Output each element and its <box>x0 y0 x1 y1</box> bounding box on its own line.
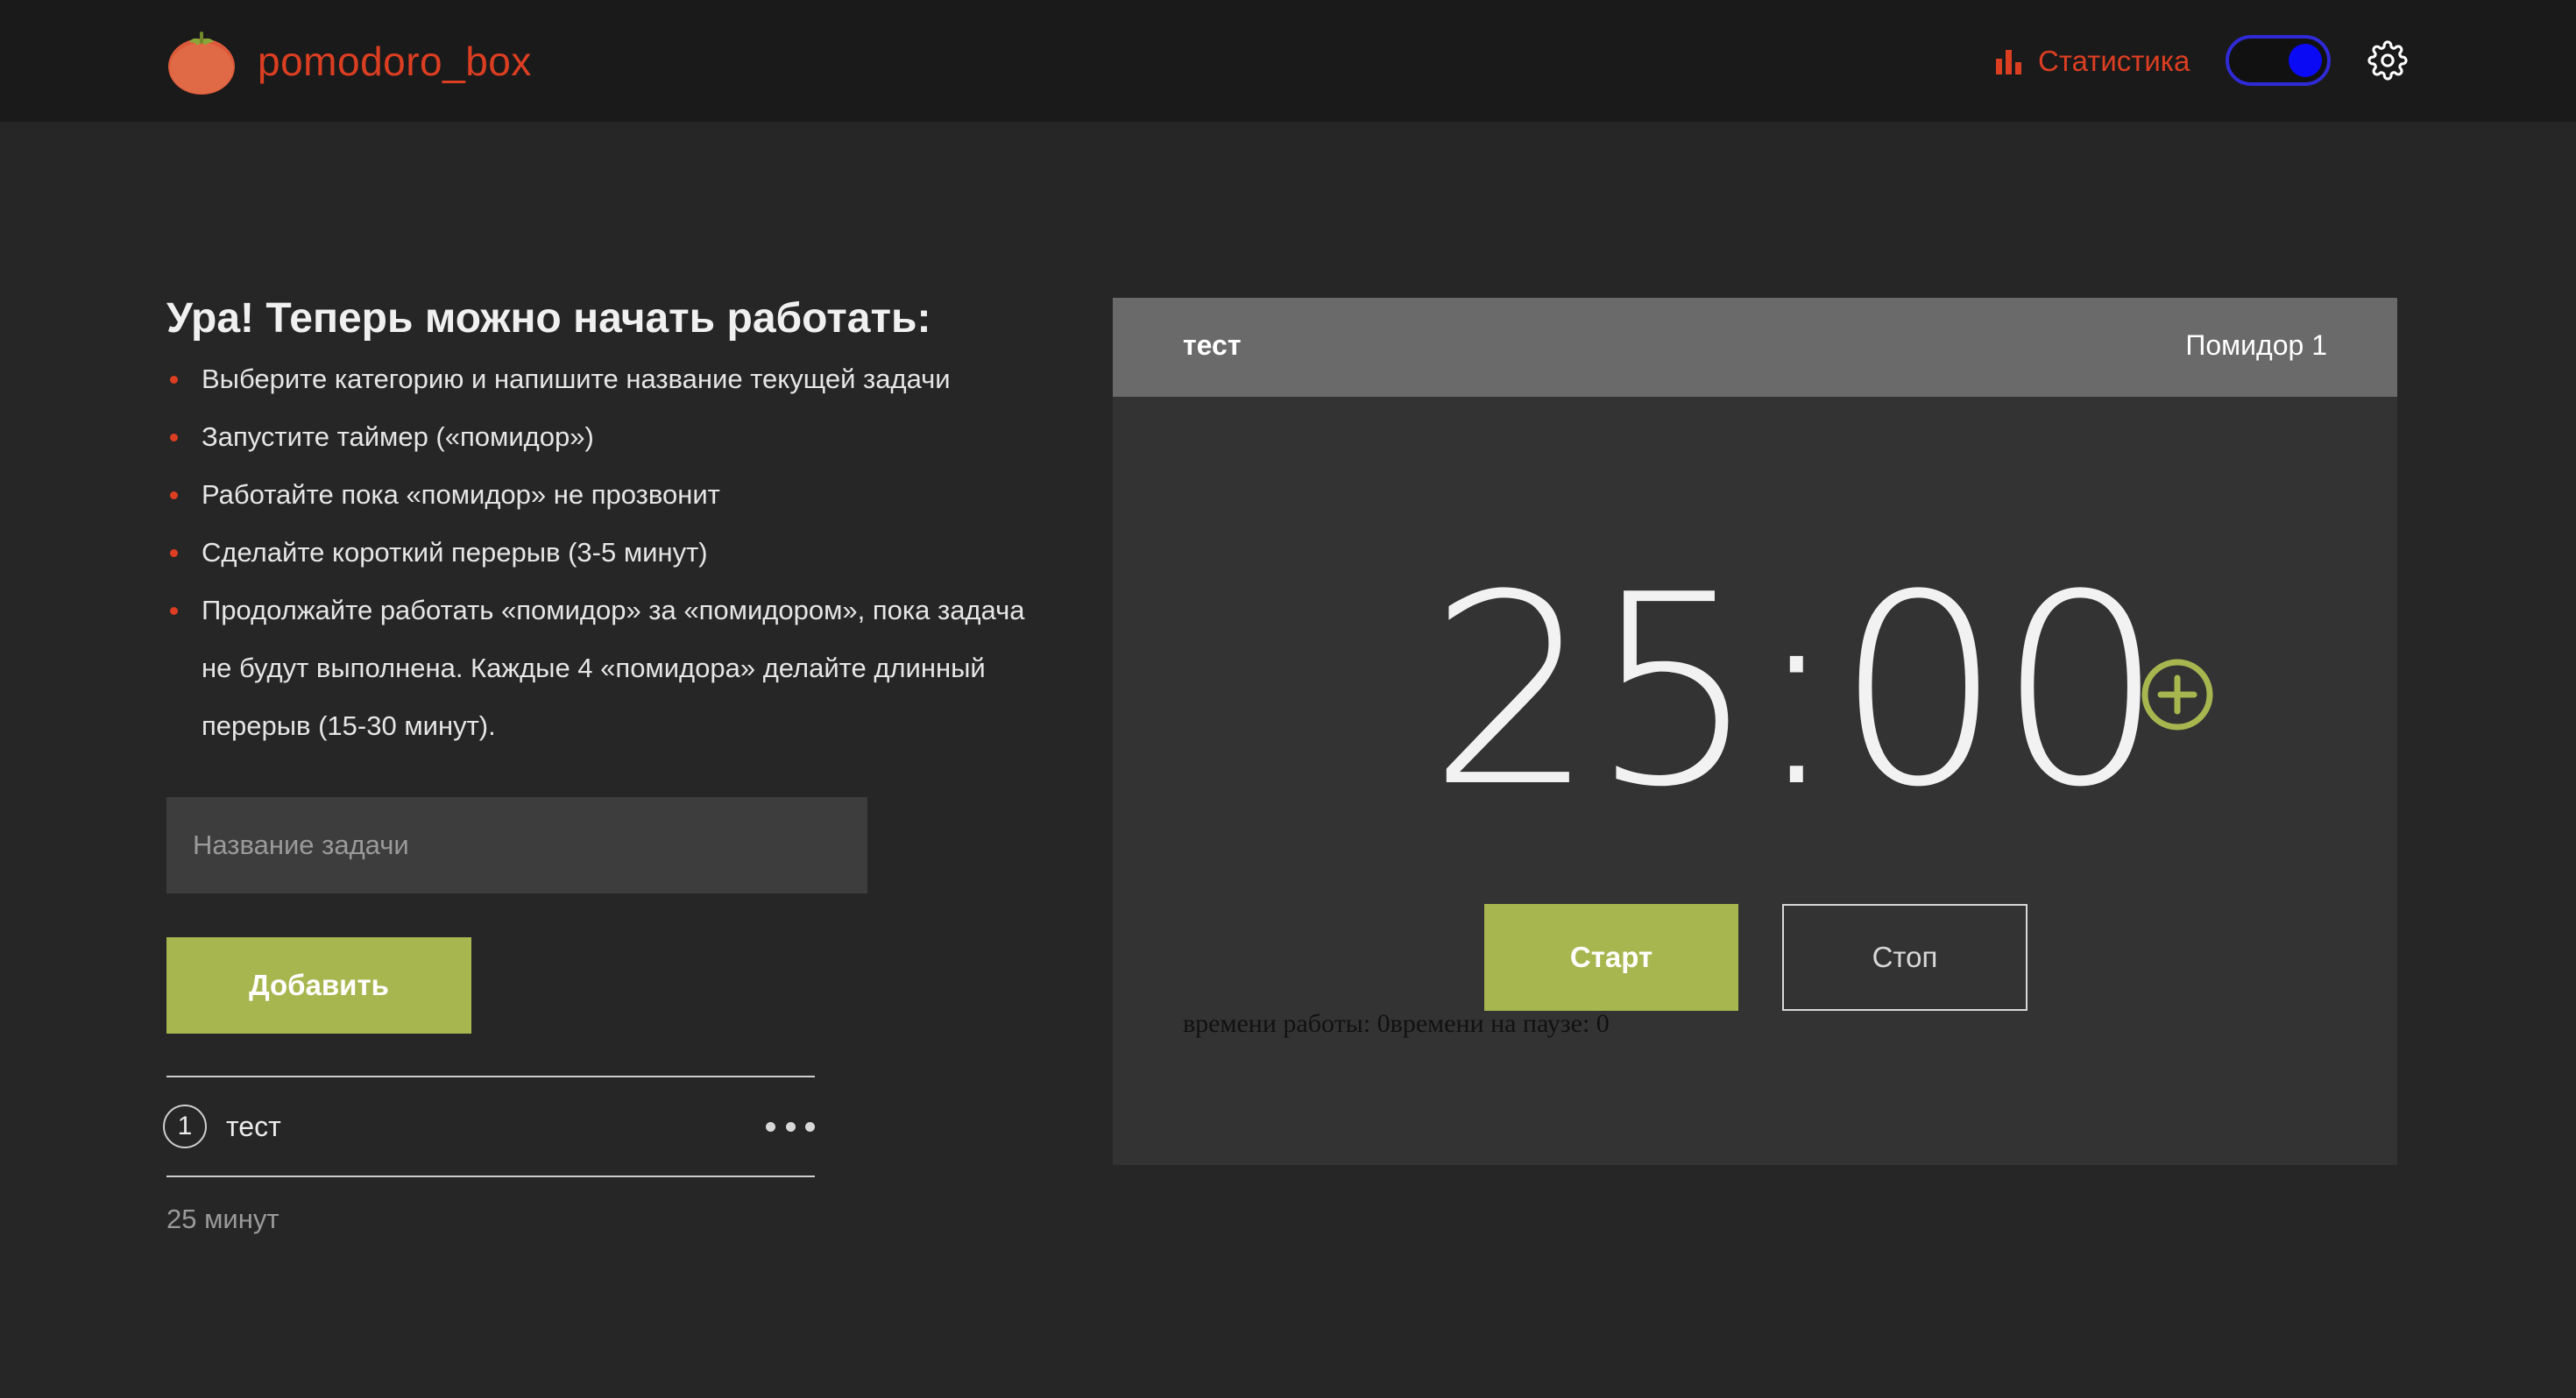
time-stats-text: времени работы: 0времени на паузе: 0 <box>1183 1009 1610 1038</box>
instruction-item: Работайте пока «помидор» не прозвонит <box>166 466 1060 524</box>
plus-circle-icon[interactable] <box>2140 657 2215 732</box>
intro-title: Ура! Теперь можно начать работать: <box>166 295 931 342</box>
timer-card: тест Помидор 1 25:00 Старт Стоп времени … <box>1113 298 2397 1165</box>
gear-icon[interactable] <box>2367 40 2408 81</box>
task-list: 1 тест <box>163 1076 815 1177</box>
dot <box>785 1121 796 1132</box>
pomodoro-count-badge: 1 <box>163 1105 207 1148</box>
instruction-item: Сделайте короткий перерыв (3-5 минут) <box>166 524 1060 582</box>
tomato-icon <box>166 26 237 96</box>
bar-chart-icon <box>1994 46 2024 76</box>
logo[interactable]: pomodoro_box <box>166 26 532 96</box>
theme-toggle[interactable] <box>2226 35 2331 86</box>
instruction-item: Продолжайте работать «помидор» за «помид… <box>166 582 1060 755</box>
instruction-item: Выберите категорию и напишите название т… <box>166 350 1060 408</box>
pomodoro-number: Помидор 1 <box>2185 329 2327 361</box>
stop-button[interactable]: Стоп <box>1782 904 2028 1011</box>
statistics-link[interactable]: Статистика <box>1994 39 2190 84</box>
timer-header: тест Помидор 1 <box>1113 298 2397 397</box>
instruction-item: Запустите таймер («помидор») <box>166 408 1060 466</box>
add-task-button[interactable]: Добавить <box>166 937 471 1034</box>
instructions-list: Выберите категорию и напишите название т… <box>166 350 1060 755</box>
toggle-knob <box>2289 44 2322 77</box>
task-row[interactable]: 1 тест <box>163 1077 815 1176</box>
timer-display: 25:00 <box>1428 539 2165 844</box>
app-header: pomodoro_box Статистика <box>0 0 2576 122</box>
task-name: тест <box>226 1110 281 1142</box>
start-button[interactable]: Старт <box>1484 904 1738 1011</box>
statistics-label: Статистика <box>2038 45 2190 77</box>
dot <box>805 1121 815 1132</box>
timer-task-name: тест <box>1183 329 1242 361</box>
dot <box>766 1121 775 1132</box>
more-dots-icon[interactable] <box>766 1109 815 1144</box>
total-time: 25 минут <box>166 1204 280 1234</box>
logo-text: pomodoro_box <box>258 39 532 84</box>
task-name-input[interactable] <box>166 797 867 893</box>
